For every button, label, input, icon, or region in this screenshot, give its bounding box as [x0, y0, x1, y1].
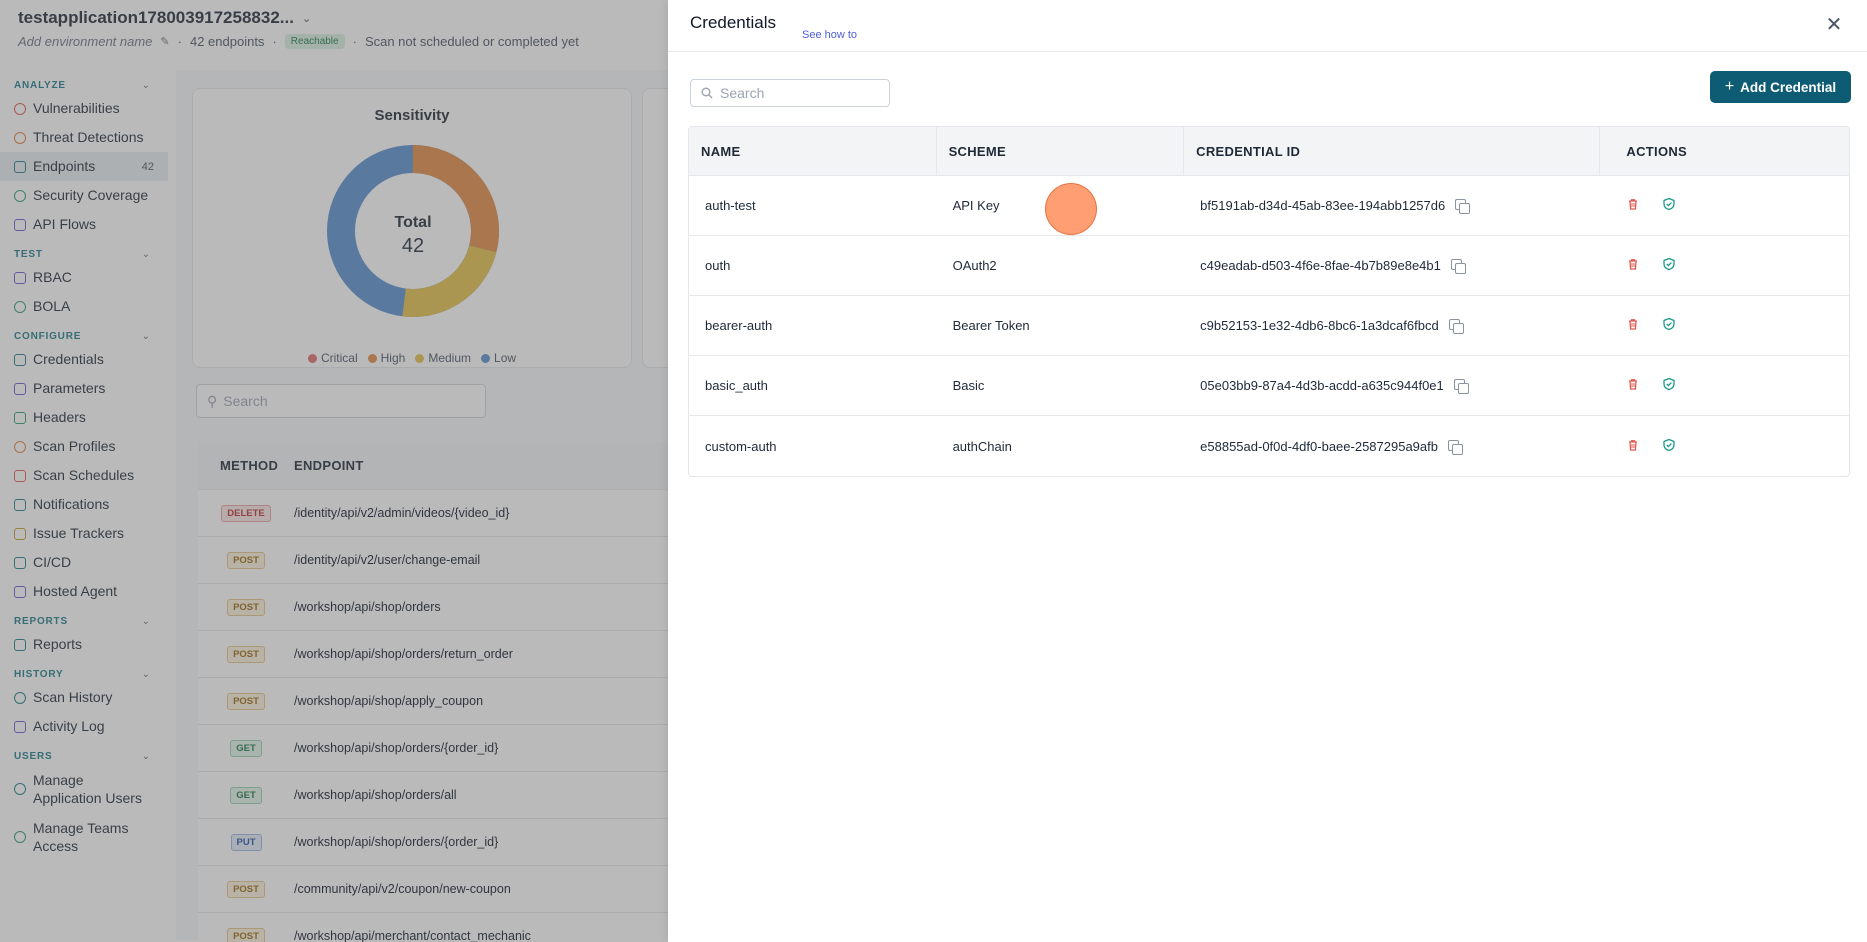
- delete-icon[interactable]: [1626, 438, 1640, 455]
- copy-icon[interactable]: [1455, 199, 1471, 214]
- drawer-title: Credentials: [690, 13, 776, 32]
- verify-shield-icon[interactable]: [1662, 257, 1676, 274]
- close-icon[interactable]: ✕: [1825, 15, 1843, 35]
- credential-scheme: authChain: [952, 438, 1012, 454]
- actions-cell: [1600, 176, 1849, 235]
- add-credential-label: Add Credential: [1740, 79, 1837, 95]
- copy-icon[interactable]: [1447, 439, 1463, 455]
- credential-id-cell: c9b52153-1e32-4db6-8bc6-1a3dcaf6fbcd: [1184, 296, 1600, 355]
- actions-cell: [1600, 236, 1849, 295]
- see-how-to-link[interactable]: See how to: [802, 29, 857, 41]
- verify-shield-icon[interactable]: [1662, 377, 1676, 394]
- delete-icon[interactable]: [1626, 377, 1640, 394]
- delete-icon[interactable]: [1626, 317, 1640, 334]
- table-row[interactable]: bearer-auth Bearer Token c9b52153-1e32-4db…: [689, 296, 1849, 356]
- credential-name: outh: [705, 258, 731, 273]
- credential-search-field[interactable]: [690, 79, 890, 107]
- column-header-credential-id[interactable]: CREDENTIAL ID: [1184, 127, 1601, 175]
- credential-id: c49eadab-d503-4f6e-8fae-4b7b89e8e4b1: [1200, 258, 1441, 273]
- credentials-table-body: auth-test API Key bf5191ab-d34d-45ab-83ee-…: [689, 176, 1849, 476]
- credential-name: bearer-auth: [705, 318, 773, 333]
- verify-shield-icon[interactable]: [1662, 197, 1676, 214]
- search-icon: [701, 87, 713, 99]
- actions-cell: [1600, 416, 1849, 476]
- credentials-drawer: Credentials See how to ✕ + Add Credentia…: [668, 0, 1867, 942]
- copy-icon[interactable]: [1450, 259, 1466, 274]
- plus-icon: +: [1724, 78, 1735, 95]
- credentials-table: NAME SCHEME CREDENTIAL ID ACTIONS auth-t…: [688, 126, 1850, 477]
- table-row[interactable]: custom-auth authChain e58855ad-0f0d-4df0-b…: [689, 416, 1849, 476]
- credential-scheme: Basic: [952, 378, 985, 393]
- table-row[interactable]: outh OAuth2 c49eadab-d503-4f6e-8fae-4b7b89…: [689, 236, 1849, 296]
- actions-cell: [1600, 356, 1849, 415]
- table-row[interactable]: basic_auth Basic 05e03bb9-87a4-4d3b-acdd-a…: [689, 356, 1849, 416]
- delete-icon[interactable]: [1626, 197, 1640, 214]
- pointer-indicator: [1045, 183, 1097, 235]
- credential-name: basic_auth: [705, 378, 768, 393]
- credential-id: 05e03bb9-87a4-4d3b-acdd-a635c944f0e1: [1200, 378, 1444, 393]
- modal-backdrop[interactable]: [0, 0, 668, 942]
- table-header: NAME SCHEME CREDENTIAL ID ACTIONS: [689, 127, 1849, 176]
- credential-name: auth-test: [705, 198, 756, 213]
- copy-icon[interactable]: [1453, 379, 1469, 394]
- verify-shield-icon[interactable]: [1662, 317, 1676, 334]
- add-credential-button[interactable]: + Add Credential: [1710, 71, 1851, 103]
- credential-id-cell: bf5191ab-d34d-45ab-83ee-194abb1257d6: [1184, 176, 1600, 235]
- table-row[interactable]: auth-test API Key bf5191ab-d34d-45ab-83ee-…: [689, 176, 1849, 236]
- drawer-header: Credentials See how to ✕: [668, 0, 1867, 52]
- copy-icon[interactable]: [1448, 319, 1464, 334]
- credential-id-cell: 05e03bb9-87a4-4d3b-acdd-a635c944f0e1: [1184, 356, 1600, 415]
- column-header-name[interactable]: NAME: [689, 127, 937, 175]
- actions-cell: [1600, 296, 1849, 355]
- verify-shield-icon[interactable]: [1662, 438, 1676, 455]
- column-header-actions: ACTIONS: [1626, 143, 1688, 159]
- credential-id: e58855ad-0f0d-4df0-baee-2587295a9afb: [1200, 438, 1438, 454]
- delete-icon[interactable]: [1626, 257, 1640, 274]
- credential-id-cell: e58855ad-0f0d-4df0-baee-2587295a9afb: [1184, 416, 1600, 476]
- column-header-scheme[interactable]: SCHEME: [937, 127, 1185, 175]
- credential-scheme: OAuth2: [952, 258, 997, 273]
- credential-id-cell: c49eadab-d503-4f6e-8fae-4b7b89e8e4b1: [1184, 236, 1600, 295]
- credential-id: c9b52153-1e32-4db6-8bc6-1a3dcaf6fbcd: [1200, 318, 1439, 333]
- credential-id: bf5191ab-d34d-45ab-83ee-194abb1257d6: [1200, 198, 1446, 213]
- credential-search-input[interactable]: [720, 85, 880, 101]
- credential-name: custom-auth: [705, 438, 777, 454]
- credential-scheme: Bearer Token: [952, 318, 1030, 333]
